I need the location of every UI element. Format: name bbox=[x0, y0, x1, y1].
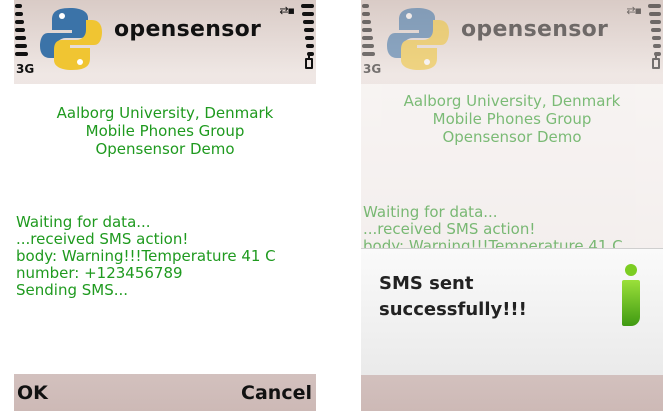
header-line: Mobile Phones Group bbox=[85, 122, 245, 140]
cancel-softkey[interactable]: Cancel bbox=[241, 382, 312, 404]
network-type: 3G bbox=[363, 62, 382, 76]
battery-icon bbox=[296, 0, 316, 69]
header-line: Mobile Phones Group bbox=[432, 110, 592, 128]
header-line: Aalborg University, Denmark bbox=[403, 92, 621, 110]
app-header-text: Aalborg University, Denmark Mobile Phone… bbox=[14, 104, 316, 158]
app-title: opensensor bbox=[114, 17, 262, 42]
connection-icon: ⇄▪ bbox=[279, 4, 295, 17]
app-title: opensensor bbox=[461, 17, 609, 42]
info-icon bbox=[619, 264, 643, 328]
signal-strength-icon bbox=[14, 0, 34, 62]
header-line: Opensensor Demo bbox=[442, 128, 582, 146]
softkey-bar bbox=[361, 374, 663, 411]
python-logo-icon bbox=[387, 8, 449, 70]
log-line: Waiting for data... bbox=[16, 214, 151, 231]
header-line: Opensensor Demo bbox=[95, 140, 235, 158]
connection-icon: ⇄▪ bbox=[626, 4, 642, 17]
log-line: ...received SMS action! bbox=[16, 230, 189, 248]
header-line: Aalborg University, Denmark bbox=[56, 104, 274, 122]
signal-strength-icon bbox=[361, 0, 381, 62]
log-line: body: Warning!!!Temperature 41 C bbox=[16, 247, 276, 265]
note-line: successfully!!! bbox=[379, 299, 527, 320]
log-line: Waiting for data... bbox=[363, 204, 498, 221]
network-type: 3G bbox=[16, 62, 35, 76]
log-line: Sending SMS... bbox=[16, 281, 129, 299]
phone-screen-right: 3G opensensor ⇄▪ Aalborg University, Den… bbox=[361, 0, 663, 411]
python-logo-icon bbox=[40, 8, 102, 70]
status-bar: 3G opensensor ⇄▪ bbox=[361, 0, 663, 84]
log-line: ...received SMS action! bbox=[363, 220, 536, 238]
note-message: SMS sent successfully!!! bbox=[379, 271, 527, 323]
status-bar: 3G opensensor ⇄▪ bbox=[14, 0, 316, 84]
content-area: Aalborg University, Denmark Mobile Phone… bbox=[14, 84, 316, 374]
log-output: Waiting for data... ...received SMS acti… bbox=[16, 214, 314, 299]
app-header-text: Aalborg University, Denmark Mobile Phone… bbox=[361, 92, 663, 146]
ok-softkey[interactable]: OK bbox=[17, 382, 48, 404]
note-line: SMS sent bbox=[379, 273, 474, 294]
softkey-bar: OK Cancel bbox=[14, 374, 316, 411]
confirmation-note[interactable]: SMS sent successfully!!! bbox=[361, 248, 663, 375]
battery-icon bbox=[643, 0, 663, 69]
log-line: number: +123456789 bbox=[16, 264, 183, 282]
phone-screen-left: 3G opensensor ⇄▪ Aalborg University, Den… bbox=[14, 0, 316, 411]
